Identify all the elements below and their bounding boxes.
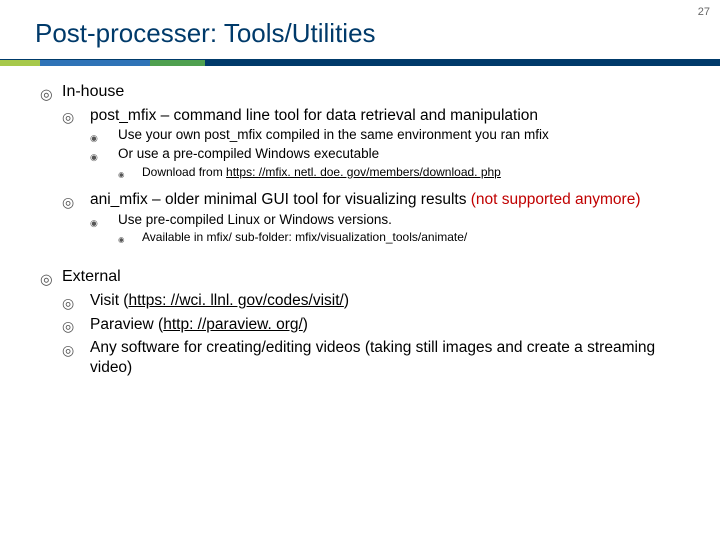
item-download: Download from https: //mfix. netl. doe. … [118,165,692,180]
any-software-text: Any software for creating/editing videos… [90,339,655,375]
paraview-close: ) [303,316,308,333]
page-number: 27 [698,6,710,18]
bullet-icon [62,342,74,359]
paraview-link[interactable]: http: //paraview. org/ [163,316,303,333]
item-use-precompiled: Use pre-compiled Linux or Windows versio… [90,212,692,246]
precompiled-text: Or use a pre-compiled Windows executable [118,146,379,161]
visit-link[interactable]: https: //wci. llnl. gov/codes/visit/ [128,292,343,309]
bullet-icon [118,168,125,181]
item-visit: Visit (https: //wci. llnl. gov/codes/vis… [62,291,692,310]
ani-mfix-label-red: (not supported anymore) [471,191,641,208]
bullet-icon [40,271,53,289]
use-precompiled-text: Use pre-compiled Linux or Windows versio… [118,212,392,227]
item-use-own: Use your own post_mfix compiled in the s… [90,127,692,144]
content-area: In-house post_mfix – command line tool f… [0,66,720,377]
ani-mfix-label-pre: ani_mfix – older minimal GUI tool for vi… [90,191,471,208]
page-title: Post-processer: Tools/Utilities [0,0,720,59]
bullet-icon [90,130,98,145]
item-paraview: Paraview (http: //paraview. org/) [62,315,692,334]
bullet-icon [62,295,74,312]
item-available: Available in mfix/ sub-folder: mfix/visu… [118,230,692,245]
bullet-icon [90,215,98,230]
visit-close: ) [344,292,349,309]
bullet-icon [62,109,74,126]
item-ani-mfix: ani_mfix – older minimal GUI tool for vi… [62,190,692,245]
bullet-icon [62,194,74,211]
inhouse-heading: In-house [62,83,124,100]
download-prefix: Download from [142,165,226,179]
bullet-icon [118,233,125,246]
bullet-icon [40,86,53,104]
paraview-name: Paraview ( [90,316,163,333]
item-post-mfix: post_mfix – command line tool for data r… [62,106,692,180]
available-text: Available in mfix/ sub-folder: mfix/visu… [142,230,467,244]
download-link[interactable]: https: //mfix. netl. doe. gov/members/do… [226,165,501,179]
post-mfix-label: post_mfix – command line tool for data r… [90,107,538,124]
use-own-text: Use your own post_mfix compiled in the s… [118,127,549,142]
external-heading: External [62,268,121,285]
item-precompiled: Or use a pre-compiled Windows executable… [90,146,692,180]
section-external: External Visit (https: //wci. llnl. gov/… [40,267,692,377]
bullet-icon [62,318,74,335]
section-inhouse: In-house post_mfix – command line tool f… [40,82,692,245]
item-any-software: Any software for creating/editing videos… [62,338,692,377]
visit-name: Visit ( [90,292,128,309]
bullet-icon [90,149,98,164]
divider-rule [0,59,720,66]
